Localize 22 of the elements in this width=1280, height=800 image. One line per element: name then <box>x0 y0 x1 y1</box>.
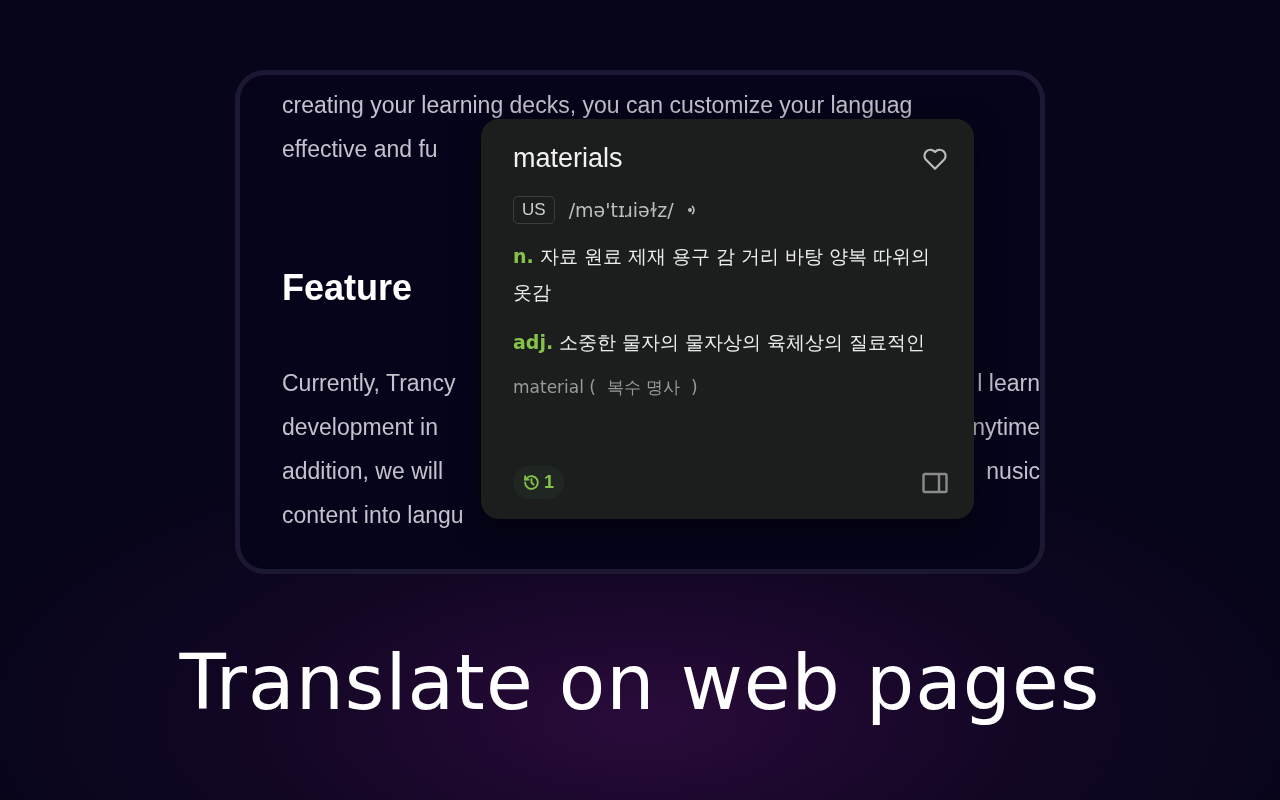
article-text: nusic <box>986 457 1040 485</box>
headword: materials <box>513 143 623 174</box>
article-text: effective and fu <box>282 135 438 163</box>
history-chip[interactable]: 1 <box>513 466 564 499</box>
speaker-icon[interactable] <box>687 204 696 216</box>
article-text: development in <box>282 413 438 441</box>
article-text: content into langu <box>282 501 464 529</box>
definition-text: n. 자료 원료 제재 용구 감 거리 바탕 양복 따위의 옷감 <box>513 244 932 305</box>
article-text: nytime <box>972 413 1040 441</box>
section-heading: Feature <box>282 267 413 309</box>
article-text: addition, we will <box>282 457 444 485</box>
accent-label: US <box>513 196 555 224</box>
history-icon <box>523 474 540 491</box>
favorite-button[interactable] <box>922 146 948 171</box>
article-text: l learn <box>977 369 1040 397</box>
phonetic-text: /mə'tɪɹiəɫz/ <box>568 199 674 221</box>
caption-title: Translate on web pages <box>179 638 1101 727</box>
word-form-text: material ( 복수 명사 ) <box>513 376 699 399</box>
article-text: creating your learning decks, you can customize your languag <box>282 91 913 119</box>
article-text: Currently, Trancy <box>282 369 456 397</box>
sidebar-icon[interactable] <box>922 471 948 494</box>
definition-text: adj. 소중한 물자의 물자상의 육체상의 질료적인 <box>513 330 927 355</box>
